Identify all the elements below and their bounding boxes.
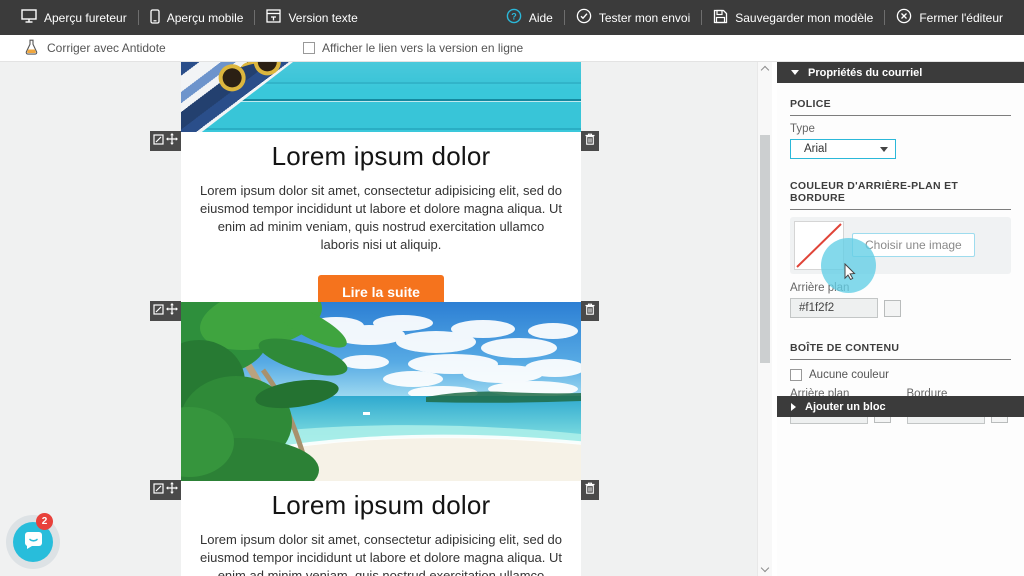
select-arrow-icon (880, 147, 888, 152)
canvas-scrollbar (757, 62, 772, 576)
help-label: Aide (529, 11, 553, 25)
background-section-heading: COULEUR D'ARRIÈRE-PLAN ET BORDURE (790, 180, 1011, 210)
antidote-label: Corriger avec Antidote (47, 41, 166, 55)
sub-toolbar: Corriger avec Antidote Afficher le lien … (0, 35, 1024, 62)
save-template-label: Sauvegarder mon modèle (735, 11, 873, 25)
mobile-preview-button[interactable]: Aperçu mobile (139, 0, 255, 35)
email-image-block-beach[interactable] (181, 302, 581, 481)
scroll-up-arrow[interactable] (761, 66, 769, 74)
browser-preview-label: Aperçu fureteur (44, 11, 127, 25)
test-send-label: Tester mon envoi (599, 11, 690, 25)
add-block-header[interactable]: Ajouter un bloc (777, 396, 1024, 417)
email-text-block-2[interactable]: Lorem ipsum dolor Lorem ipsum dolor sit … (181, 481, 581, 576)
background-color-input[interactable] (790, 298, 878, 318)
duplicate-block-icon[interactable] (153, 481, 164, 499)
help-icon: ? (506, 8, 522, 27)
mouse-cursor-icon (844, 263, 856, 285)
font-type-value: Arial (804, 143, 827, 155)
block-controls-3 (150, 480, 181, 500)
chevron-right-icon (791, 403, 796, 411)
font-type-select[interactable]: Arial (790, 139, 896, 159)
scrollbar-thumb[interactable] (760, 135, 770, 363)
trash-icon (585, 481, 595, 499)
panel-title: Propriétés du courriel (808, 67, 922, 79)
mobile-preview-label: Aperçu mobile (167, 11, 244, 25)
content-box-section-heading: BOÎTE DE CONTENU (790, 342, 1011, 360)
email-heading-2[interactable]: Lorem ipsum dolor (181, 481, 581, 521)
trash-icon (585, 302, 595, 320)
delete-block-button-1[interactable] (581, 131, 599, 151)
chat-bubble-icon (23, 530, 44, 555)
text-version-icon (266, 9, 281, 26)
add-block-label: Ajouter un bloc (805, 401, 886, 413)
online-version-label: Afficher le lien vers la version en lign… (322, 41, 523, 55)
test-send-button[interactable]: Tester mon envoi (565, 0, 701, 35)
email-document: Lorem ipsum dolor Lorem ipsum dolor sit … (181, 62, 581, 576)
chevron-down-icon (791, 70, 799, 75)
font-section-heading: POLICE (790, 98, 1011, 116)
background-image-box: Choisir une image (790, 217, 1011, 274)
properties-panel: Propriétés du courriel POLICE Type Arial… (777, 62, 1024, 576)
email-text-block-1[interactable]: Lorem ipsum dolor Lorem ipsum dolor sit … (181, 132, 581, 302)
close-editor-label: Fermer l'éditeur (919, 11, 1003, 25)
duplicate-block-icon[interactable] (153, 132, 164, 150)
chat-unread-badge: 2 (36, 513, 53, 530)
save-template-button[interactable]: Sauvegarder mon modèle (702, 0, 884, 35)
email-paragraph-1[interactable]: Lorem ipsum dolor sit amet, consectetur … (199, 182, 563, 254)
toolbar-right-group: ? Aide Tester mon envoi Sauvegarder mon … (495, 0, 1014, 35)
duplicate-block-icon[interactable] (153, 302, 164, 320)
block-controls-1 (150, 131, 181, 151)
online-version-option: Afficher le lien vers la version en lign… (303, 35, 523, 61)
background-color-label: Arrière plan (790, 282, 1011, 294)
check-circle-icon (576, 8, 592, 27)
scroll-down-arrow[interactable] (761, 564, 769, 572)
delete-block-button-3[interactable] (581, 480, 599, 500)
monitor-icon (21, 9, 37, 26)
antidote-flask-icon (25, 39, 38, 58)
delete-block-button-2[interactable] (581, 301, 599, 321)
no-color-option: Aucune couleur (790, 369, 1011, 381)
browser-preview-button[interactable]: Aperçu fureteur (10, 0, 138, 35)
close-circle-icon (896, 8, 912, 27)
sunglasses-graphic (214, 62, 300, 95)
no-color-checkbox[interactable] (790, 369, 802, 381)
svg-text:?: ? (511, 12, 517, 22)
email-paragraph-2[interactable]: Lorem ipsum dolor sit amet, consectetur … (199, 531, 563, 576)
beach-graphic (181, 302, 581, 481)
move-block-icon[interactable] (166, 481, 178, 499)
text-version-button[interactable]: Version texte (255, 0, 368, 35)
no-color-label: Aucune couleur (809, 369, 889, 381)
close-editor-button[interactable]: Fermer l'éditeur (885, 0, 1014, 35)
editor-canvas: Lorem ipsum dolor Lorem ipsum dolor sit … (0, 62, 772, 576)
help-button[interactable]: ? Aide (495, 0, 564, 35)
background-color-swatch[interactable] (884, 300, 901, 317)
trash-icon (585, 132, 595, 150)
block-controls-2 (150, 301, 181, 321)
move-block-icon[interactable] (166, 302, 178, 320)
email-heading-1[interactable]: Lorem ipsum dolor (181, 132, 581, 172)
online-version-checkbox[interactable] (303, 42, 315, 54)
font-type-label: Type (790, 123, 1011, 135)
text-version-label: Version texte (288, 11, 357, 25)
phone-icon (150, 9, 160, 27)
top-toolbar: Aperçu fureteur Aperçu mobile Version te… (0, 0, 1024, 35)
toolbar-left-group: Aperçu fureteur Aperçu mobile Version te… (10, 0, 369, 35)
antidote-button[interactable]: Corriger avec Antidote (25, 35, 166, 61)
panel-header-email-properties[interactable]: Propriétés du courriel (777, 62, 1024, 83)
move-block-icon[interactable] (166, 132, 178, 150)
panel-body: POLICE Type Arial COULEUR D'ARRIÈRE-PLAN… (777, 98, 1024, 424)
email-image-block-towel[interactable] (181, 62, 581, 132)
save-icon (713, 9, 728, 27)
